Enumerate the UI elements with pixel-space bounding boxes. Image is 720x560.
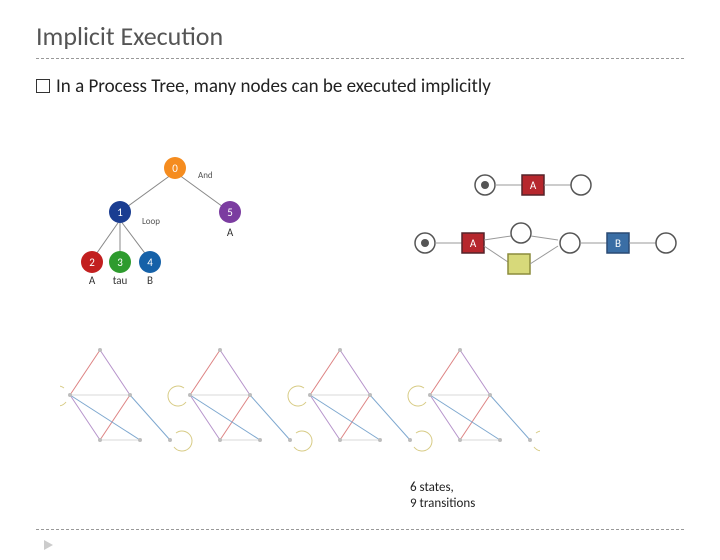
tree-node-5: 5: [227, 206, 233, 219]
bullet-text: In a Process Tree, many nodes can be exe…: [56, 75, 491, 98]
petri-net: A A B: [410, 170, 690, 280]
tree-node-2-sub: A: [89, 274, 96, 287]
tree-node-4: 4: [147, 256, 153, 269]
tree-node-2: 2: [89, 256, 95, 269]
caption: 6 states, 9 transitions: [410, 480, 475, 513]
tree-node-5-sub: A: [227, 226, 234, 239]
caption-line2: 9 transitions: [410, 496, 475, 511]
bullet-icon: [36, 79, 50, 93]
state-space: [60, 340, 540, 490]
tree-node-3-sub: tau: [113, 274, 128, 287]
caption-line1: 6 states,: [410, 480, 454, 495]
tree-node-1: 1: [117, 206, 123, 219]
bullet-line: In a Process Tree, many nodes can be exe…: [36, 75, 684, 98]
tree-node-3: 3: [117, 256, 123, 269]
footer-arrow-icon: [44, 540, 53, 550]
process-tree: 0 And 1 Loop 5 A 2 A 3 tau 4 B: [80, 150, 300, 290]
tree-node-1-sub: Loop: [142, 216, 160, 227]
petri-row2-A: A: [470, 237, 477, 250]
tree-node-0: 0: [172, 162, 178, 175]
tree-node-4-sub: B: [147, 274, 153, 287]
divider-bottom: [36, 529, 684, 530]
petri-row1-A: A: [530, 179, 537, 192]
petri-row2-B: B: [615, 237, 621, 250]
divider-top: [36, 58, 684, 59]
page-title: Implicit Execution: [36, 20, 720, 52]
tree-node-0-sub: And: [198, 170, 213, 181]
